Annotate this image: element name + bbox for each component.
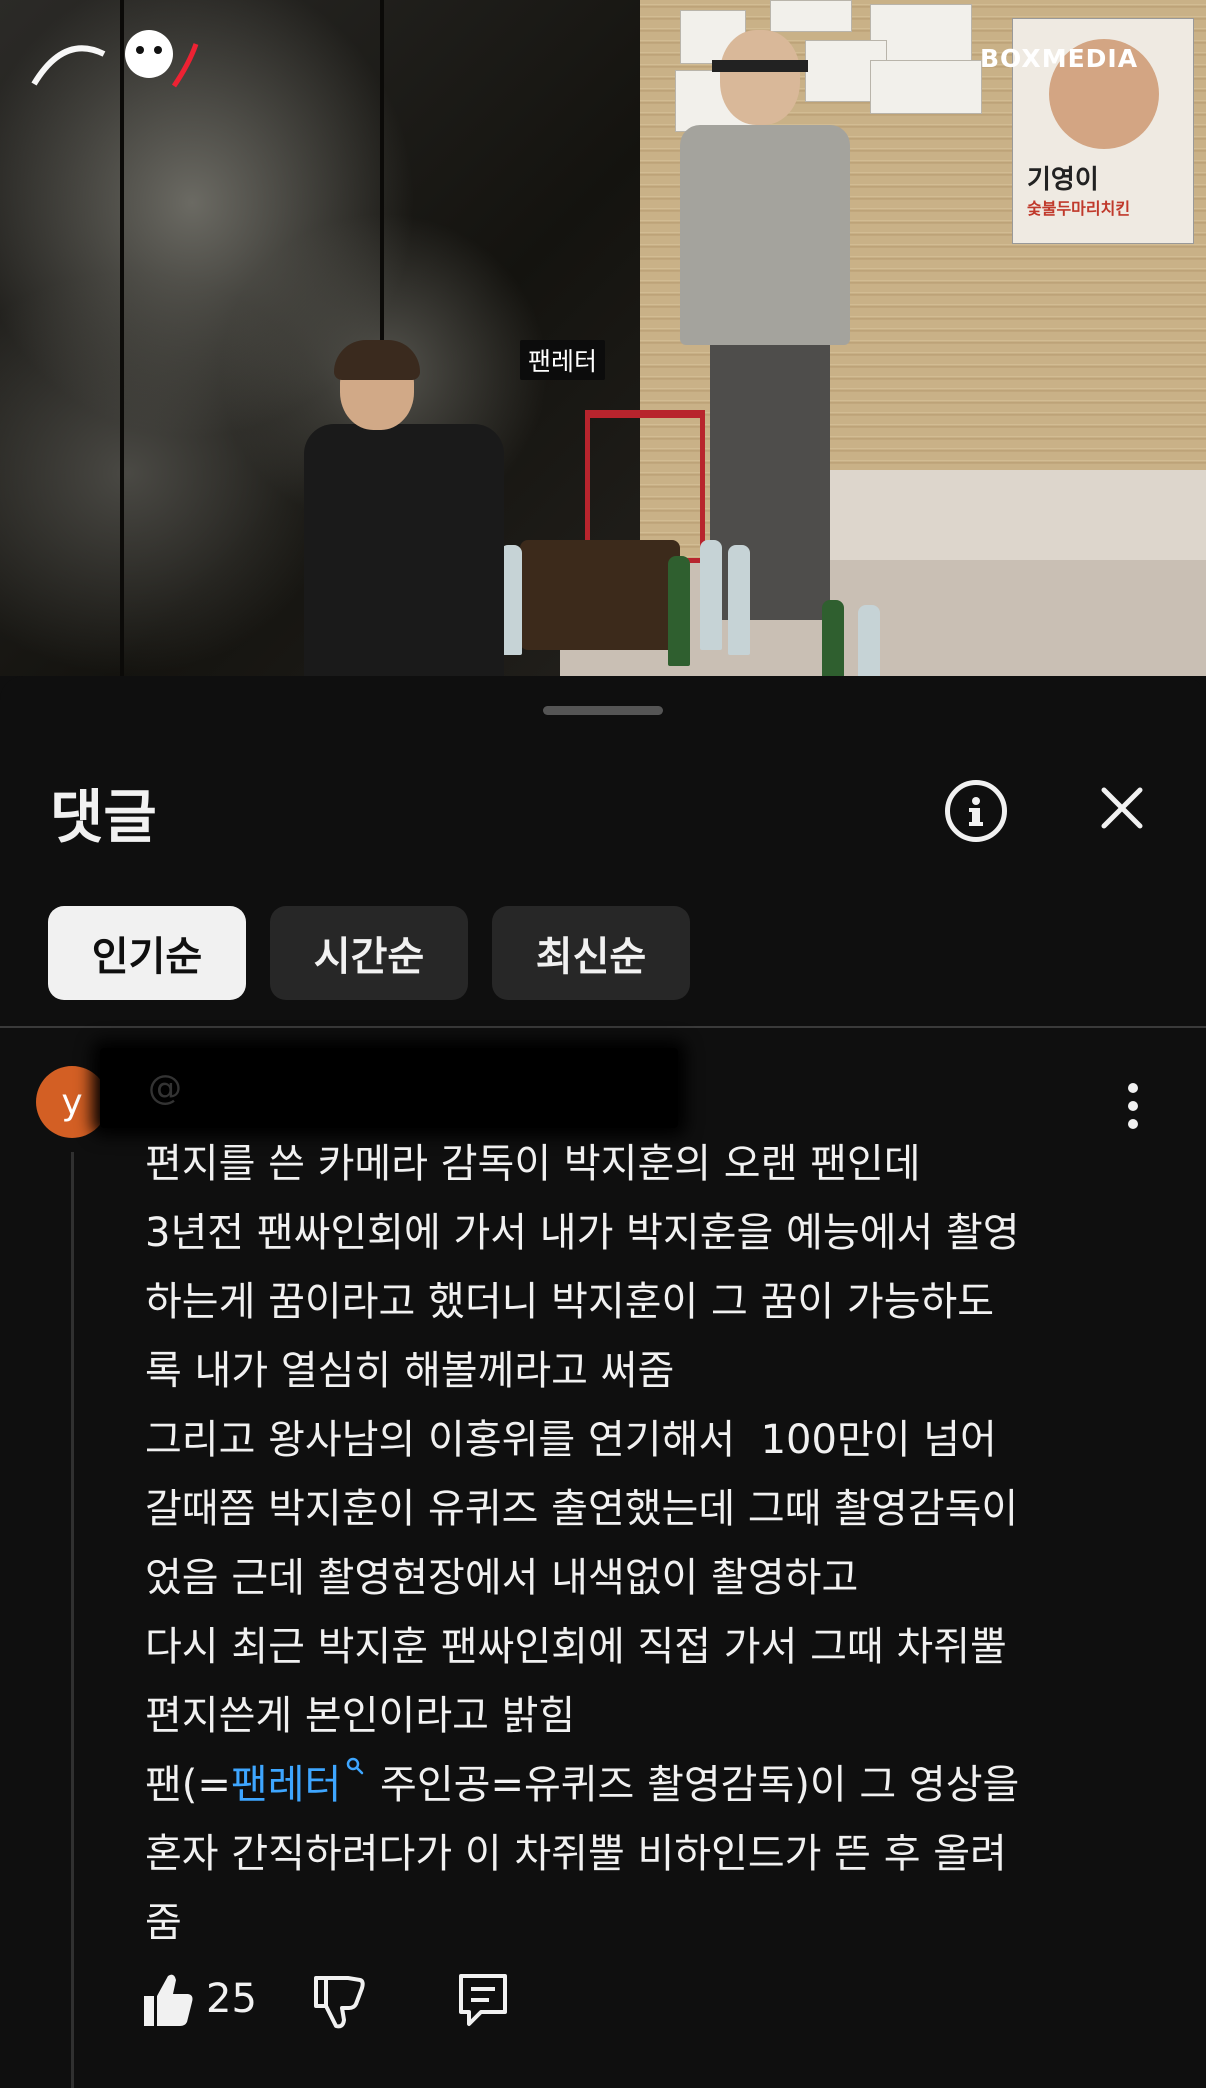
- avatar[interactable]: y: [36, 1066, 108, 1138]
- chicken-box: [520, 540, 680, 650]
- chip-newest[interactable]: 최신순: [492, 906, 690, 1000]
- comment-text: 편지를 쓴 카메라 감독이 박지훈의 오랜 팬인데 3년전 팬싸인회에 가서 내…: [145, 1130, 1145, 1958]
- comment-text-part1: 편지를 쓴 카메라 감독이 박지훈의 오랜 팬인데 3년전 팬싸인회에 가서 내…: [145, 1141, 1020, 1808]
- info-icon[interactable]: [945, 780, 1007, 842]
- hashtag-link[interactable]: 팬레터: [230, 1757, 367, 1808]
- poster-title: 기영이: [1027, 165, 1099, 195]
- video-player[interactable]: 기영이 숯불두마리치킨 팬레터 BOXMEDIA: [0, 0, 1206, 676]
- reply-icon[interactable]: [455, 1970, 511, 2030]
- close-icon[interactable]: [1090, 776, 1154, 840]
- channel-logo: BOXMEDIA: [980, 44, 1139, 73]
- sheet-title: 댓글: [50, 783, 157, 851]
- caption-tag: 팬레터: [520, 340, 606, 380]
- divider: [0, 1026, 1206, 1028]
- poster-subtitle: 숯불두마리치킨: [1027, 199, 1131, 218]
- thumbs-down-icon[interactable]: [310, 1968, 366, 2032]
- chip-popular[interactable]: 인기순: [48, 906, 246, 1000]
- thumbs-up-icon[interactable]: [140, 1968, 196, 2032]
- more-vert-icon[interactable]: [1115, 1076, 1151, 1136]
- sitting-person: [300, 340, 530, 676]
- show-logo: [14, 14, 204, 104]
- like-count: 25: [206, 1976, 257, 2022]
- comments-sheet: 댓글 인기순 시간순 최신순 y @ 편지를 쓴 카메라 감독이 박지훈의 오랜…: [0, 676, 1206, 2088]
- link-text: 팬레터: [230, 1762, 342, 1808]
- search-icon: [347, 1757, 364, 1775]
- chip-time[interactable]: 시간순: [270, 906, 468, 1000]
- redacted-author: [100, 1048, 678, 1128]
- author-prefix: @: [148, 1068, 182, 1108]
- thread-line: [71, 1152, 74, 2088]
- drag-handle[interactable]: [543, 706, 663, 715]
